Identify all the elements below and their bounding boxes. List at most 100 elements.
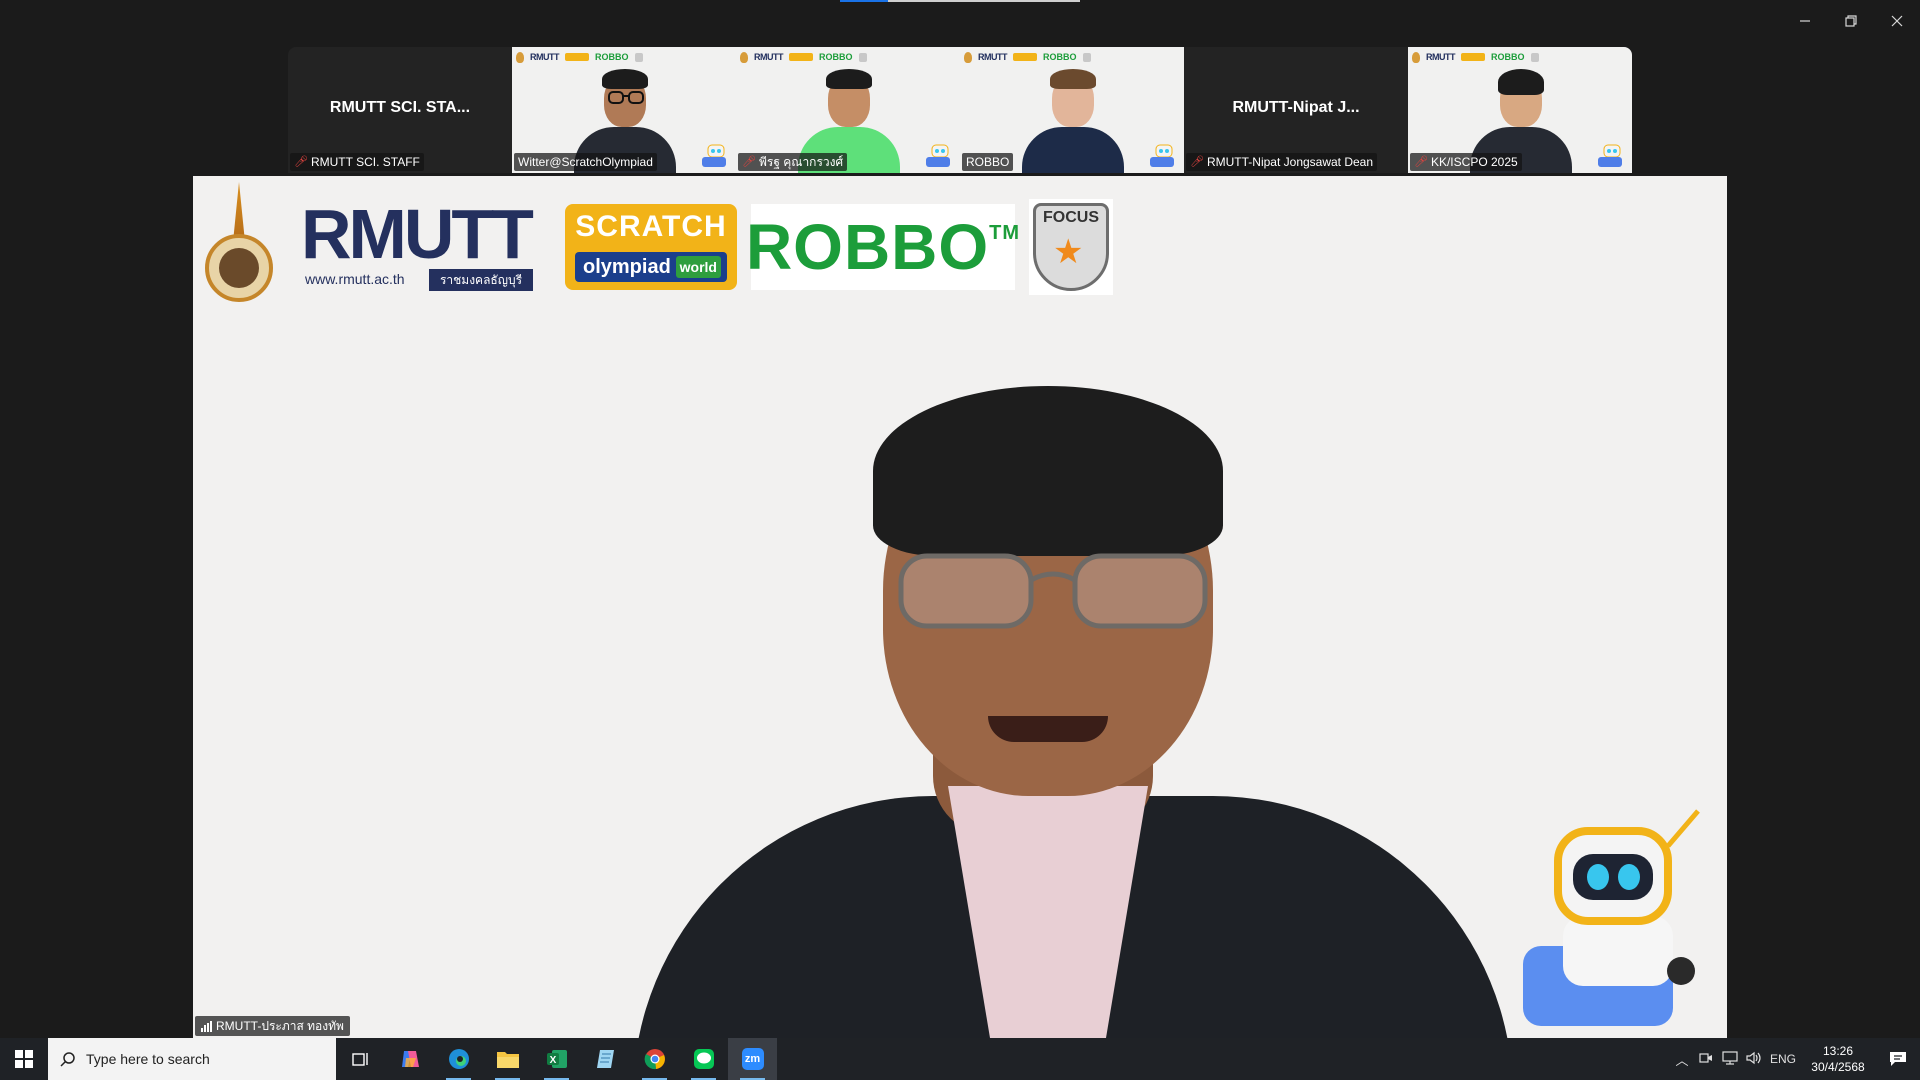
- restore-button[interactable]: [1832, 6, 1870, 36]
- rmutt-seal-icon: [1412, 51, 1420, 63]
- scratch-olympiad-logo: SCRATCH olympiad world: [565, 204, 737, 290]
- rmutt-seal-icon: [964, 51, 972, 63]
- sponsor-logo-row: RMUTT www.rmutt.ac.th ราชมงคลธัญบุรี SCR…: [201, 182, 1113, 312]
- participant-gallery: RMUTT SCI. STA... 🎤︎ RMUTT SCI. STAFF RM…: [288, 47, 1632, 173]
- chrome-icon: [644, 1049, 665, 1070]
- notepad-app[interactable]: [581, 1038, 630, 1080]
- robbo-logo: ROBBO TM: [746, 204, 1019, 290]
- participant-video: [1012, 67, 1132, 173]
- task-view-button[interactable]: [336, 1038, 385, 1080]
- system-tray: ︿ ENG 13:26 30/4/2568: [1670, 1038, 1920, 1080]
- glasses-icon: [608, 91, 644, 104]
- participant-tile[interactable]: RMUTT ROBBO 🎤︎ KK/ISCPO 2025: [1408, 47, 1632, 173]
- focus-logo-text: FOCUS: [1043, 209, 1099, 226]
- line-app[interactable]: [679, 1038, 728, 1080]
- mini-robbo-logo: ROBBO: [819, 52, 853, 62]
- input-language-button[interactable]: ENG: [1766, 1052, 1800, 1066]
- rmutt-seal-icon: [740, 51, 748, 63]
- mini-robbo-logo: ROBBO: [1491, 52, 1525, 62]
- zoom-icon-label: zm: [744, 1053, 761, 1065]
- participant-name-label: ROBBO: [962, 153, 1014, 171]
- rmutt-logo: RMUTT www.rmutt.ac.th ราชมงคลธัญบุรี: [301, 199, 537, 295]
- participant-tile[interactable]: RMUTT ROBBO ROBBO: [960, 47, 1184, 173]
- star-icon: ★: [1053, 233, 1084, 271]
- camera-icon: [1699, 1052, 1712, 1063]
- network-button[interactable]: [1718, 1050, 1742, 1068]
- excel-icon: X: [546, 1050, 567, 1068]
- clock-button[interactable]: 13:26 30/4/2568: [1800, 1043, 1876, 1075]
- glasses-icon: [898, 553, 1208, 629]
- rmutt-logo-url: www.rmutt.ac.th: [305, 271, 405, 287]
- notepad-icon: [596, 1050, 614, 1068]
- signal-strength-icon: [201, 1020, 212, 1032]
- scratch-logo-olympiad: olympiad: [583, 256, 671, 278]
- scratch-logo-world: world: [675, 256, 721, 278]
- close-button[interactable]: [1878, 6, 1916, 36]
- participant-tile[interactable]: RMUTT ROBBO 🎤︎ พีรฐ คุณากรวงศ์: [736, 47, 960, 173]
- mini-robbo-logo: ROBBO: [595, 52, 629, 62]
- windows-logo-icon: [15, 1050, 33, 1068]
- taskbar-search[interactable]: [48, 1038, 336, 1080]
- mini-rmutt-logo: RMUTT: [530, 52, 560, 62]
- robot-mascot-icon: [926, 144, 950, 167]
- close-icon: [1891, 15, 1903, 27]
- focus-seal-icon: [858, 52, 867, 62]
- participant-name: ROBBO: [966, 155, 1010, 169]
- participant-name: RMUTT SCI. STAFF: [310, 155, 420, 169]
- start-button[interactable]: [0, 1038, 48, 1080]
- clock-date: 30/4/2568: [1811, 1060, 1865, 1074]
- edge-app[interactable]: [434, 1038, 483, 1080]
- mic-muted-icon: 🎤︎: [1190, 156, 1204, 168]
- clock-time: 13:26: [1822, 1044, 1854, 1058]
- search-input[interactable]: [86, 1051, 316, 1067]
- task-view-icon: [351, 1053, 368, 1066]
- robot-mascot-icon: [1598, 144, 1622, 167]
- mini-rmutt-logo: RMUTT: [978, 52, 1008, 62]
- meet-now-button[interactable]: [1694, 1052, 1718, 1067]
- participant-tile[interactable]: RMUTT ROBBO Witter@ScratchOlympiad: [512, 47, 736, 173]
- windows-taskbar: X zm ︿ ENG 13:26 30/4/2568: [0, 1038, 1920, 1080]
- title-bar: [0, 0, 1920, 42]
- rmutt-logo-word: RMUTT: [301, 195, 534, 273]
- participant-name-label: Witter@ScratchOlympiad: [514, 153, 657, 171]
- zoom-app[interactable]: zm: [728, 1038, 777, 1080]
- copilot-app[interactable]: [385, 1038, 434, 1080]
- mini-rmutt-logo: RMUTT: [754, 52, 784, 62]
- restore-icon: [1845, 15, 1857, 27]
- chevron-up-icon: ︿: [1675, 1052, 1689, 1068]
- participant-name-label: 🎤︎ KK/ISCPO 2025: [1410, 153, 1522, 171]
- notification-icon: [1890, 1052, 1906, 1066]
- active-speaker-video[interactable]: RMUTT www.rmutt.ac.th ราชมงคลธัญบุรี SCR…: [193, 176, 1727, 1038]
- participant-tile[interactable]: RMUTT SCI. STA... 🎤︎ RMUTT SCI. STAFF: [288, 47, 512, 173]
- participant-name-label: 🎤︎ พีรฐ คุณากรวงศ์: [738, 153, 848, 171]
- excel-app[interactable]: X: [532, 1038, 581, 1080]
- mini-rmutt-logo: RMUTT: [1426, 52, 1456, 62]
- mic-muted-icon: 🎤︎: [742, 156, 756, 168]
- volume-button[interactable]: [1742, 1051, 1766, 1068]
- rmutt-seal-logo: [201, 182, 277, 312]
- line-icon: [693, 1049, 714, 1069]
- participant-name-label: 🎤︎ RMUTT SCI. STAFF: [290, 153, 424, 171]
- mini-scratch-logo: [1461, 53, 1485, 61]
- participant-name-label: 🎤︎ RMUTT-Nipat Jongsawat Dean: [1186, 153, 1378, 171]
- robbo-logo-tm: TM: [989, 221, 1021, 244]
- participant-name: RMUTT-Nipat Jongsawat Dean: [1206, 155, 1374, 169]
- edge-icon: [448, 1049, 469, 1069]
- participant-tile[interactable]: RMUTT-Nipat J... 🎤︎ RMUTT-Nipat Jongsawa…: [1184, 47, 1408, 173]
- copilot-icon: [401, 1051, 419, 1067]
- chrome-app[interactable]: [630, 1038, 679, 1080]
- participant-name: พีรฐ คุณากรวงศ์: [758, 155, 844, 169]
- focus-seal-icon: [634, 52, 643, 62]
- robot-mascot-icon: [1150, 144, 1174, 167]
- zoom-meeting-window: RMUTT SCI. STA... 🎤︎ RMUTT SCI. STAFF RM…: [0, 0, 1920, 1038]
- minimize-button[interactable]: [1786, 6, 1824, 36]
- notifications-button[interactable]: [1876, 1051, 1920, 1067]
- robbo-logo-text: ROBBO: [745, 211, 990, 283]
- file-explorer-app[interactable]: [483, 1038, 532, 1080]
- robot-mascot-icon: [1523, 809, 1700, 1026]
- mini-logo-strip: RMUTT ROBBO: [516, 51, 643, 63]
- participant-display-name: RMUTT-Nipat J...: [1232, 99, 1360, 116]
- participant-name: KK/ISCPO 2025: [1430, 155, 1518, 169]
- show-hidden-icons-button[interactable]: ︿: [1670, 1050, 1694, 1069]
- robot-mascot-icon: [702, 144, 726, 167]
